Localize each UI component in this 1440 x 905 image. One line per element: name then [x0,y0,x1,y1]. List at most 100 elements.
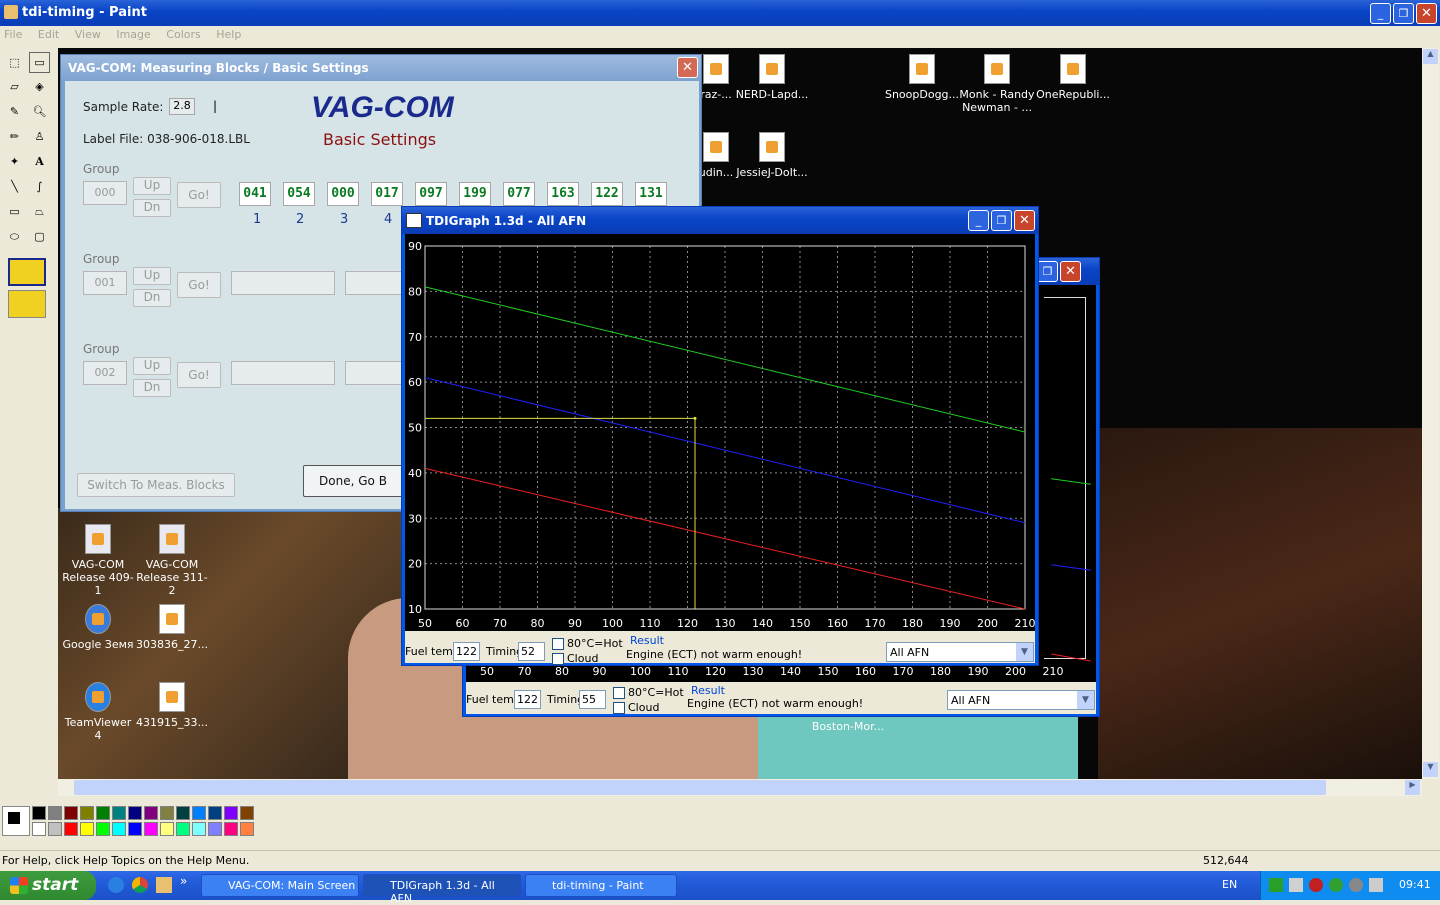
menu-view[interactable]: View [75,28,101,41]
desktop-icon[interactable]: Boston-Mor... [810,720,886,733]
cloud-checkbox[interactable] [552,653,564,665]
tdigraph-close-button[interactable]: ✕ [1014,210,1035,231]
palette-swatch[interactable] [96,822,110,836]
palette-swatch[interactable] [48,806,62,820]
desktop-icon[interactable]: Google Земя [60,604,136,651]
chrome-icon[interactable] [132,877,148,893]
palette-swatch[interactable] [240,806,254,820]
desktop-icon[interactable]: OneRepubli... [1035,54,1111,101]
text-icon[interactable]: A [29,151,50,172]
paint-titlebar[interactable]: tdi-timing - Paint [0,0,1440,26]
antivirus-icon[interactable] [1309,878,1323,892]
desktop-icon[interactable]: 303836_27... [134,604,210,651]
palette-swatch[interactable] [112,822,126,836]
eraser-icon[interactable]: ▱ [4,76,25,97]
paint-restore-button[interactable]: ❐ [1393,3,1414,24]
palette-swatch[interactable] [32,806,46,820]
group-number-input[interactable]: 001 [83,271,127,295]
free-select-icon[interactable]: ⬚ [4,52,25,73]
back-timing-input[interactable]: 55 [579,690,606,709]
desktop-icon[interactable]: VAG-COM Release 409-1 [60,524,136,597]
opaque-mode-icon[interactable] [8,258,46,286]
desktop-icon[interactable]: TeamViewer 4 [60,682,136,742]
palette-swatch[interactable] [96,806,110,820]
task-paint[interactable]: tdi-timing - Paint [525,874,677,897]
tdigraph-back-maximize-button[interactable]: ❐ [1037,261,1058,282]
group-down-button[interactable]: Dn [133,379,171,397]
group-up-button[interactable]: Up [133,177,171,195]
palette-swatch[interactable] [144,822,158,836]
menu-image[interactable]: Image [116,28,150,41]
palette-swatch[interactable] [64,806,78,820]
group-down-button[interactable]: Dn [133,289,171,307]
quicklaunch-icon[interactable] [156,877,172,893]
engine-select[interactable]: All AFN ▼ [886,642,1034,662]
group-go-button[interactable]: Go! [177,272,221,298]
ellipse-icon[interactable]: ⬭ [4,226,25,247]
group-up-button[interactable]: Up [133,357,171,375]
palette-swatch[interactable] [208,822,222,836]
tdigraph-back-close-button[interactable]: ✕ [1060,261,1081,282]
group-go-button[interactable]: Go! [177,362,221,388]
palette-swatch[interactable] [160,822,174,836]
hot-checkbox[interactable] [552,638,564,650]
back-fuel-temp-input[interactable]: 122 [514,690,541,709]
palette-swatch[interactable] [64,822,78,836]
palette-swatch[interactable] [48,822,62,836]
ie-icon[interactable] [108,877,124,893]
palette-swatch[interactable] [192,806,206,820]
palette-swatch[interactable] [224,806,238,820]
rounded-rect-icon[interactable]: ▢ [29,226,50,247]
palette-swatch[interactable] [128,822,142,836]
palette-swatch[interactable] [160,806,174,820]
network-icon[interactable] [1289,878,1303,892]
tray-app-icon[interactable] [1269,878,1283,892]
palette-swatch[interactable] [32,822,46,836]
curve-icon[interactable]: ∫ [29,176,50,197]
desktop-icon[interactable]: SnoopDogg... [884,54,960,101]
timing-input[interactable]: 52 [518,642,545,661]
fill-icon[interactable]: ◈ [29,76,50,97]
scroll-down-icon[interactable]: ▼ [1423,762,1438,777]
line-icon[interactable]: ╲ [4,176,25,197]
group-go-button[interactable]: Go! [177,182,221,208]
security-icon[interactable] [1329,878,1343,892]
switch-to-meas-blocks-button[interactable]: Switch To Meas. Blocks [77,473,235,497]
transparent-mode-icon[interactable] [8,290,46,318]
menu-help[interactable]: Help [216,28,241,41]
rect-select-icon[interactable]: ▭ [29,52,50,73]
scroll-up-icon[interactable]: ▲ [1423,49,1438,64]
horizontal-scroll-thumb[interactable] [74,780,1326,795]
tray-icon[interactable] [1349,878,1363,892]
palette-swatch[interactable] [128,806,142,820]
rectangle-icon[interactable]: ▭ [4,201,25,222]
palette-swatch[interactable] [176,822,190,836]
back-cloud-checkbox[interactable] [613,702,625,714]
group-up-button[interactable]: Up [133,267,171,285]
airbrush-icon[interactable]: ✦ [4,151,25,172]
quicklaunch-more-icon[interactable]: » [180,874,187,888]
menu-edit[interactable]: Edit [38,28,59,41]
fuel-temp-input[interactable]: 122 [453,642,480,661]
tdigraph-minimize-button[interactable]: _ [968,210,989,231]
group-number-input[interactable]: 002 [83,361,127,385]
desktop-icon[interactable]: Monk - Randy Newman - ... [959,54,1035,114]
group-number-input[interactable]: 000 [83,181,127,205]
current-colors[interactable] [2,806,30,836]
palette-swatch[interactable] [176,806,190,820]
done-go-back-button[interactable]: Done, Go B [303,465,403,497]
polygon-icon[interactable]: ⏢ [29,201,50,222]
printer-icon[interactable] [1369,878,1383,892]
menu-colors[interactable]: Colors [166,28,200,41]
paint-close-button[interactable]: ✕ [1416,3,1437,24]
group-down-button[interactable]: Dn [133,199,171,217]
palette-swatch[interactable] [80,822,94,836]
vertical-scrollbar[interactable]: ▲ ▼ [1422,48,1439,779]
horizontal-scrollbar[interactable]: ▶ [58,779,1422,796]
pencil-icon[interactable]: ✏ [4,126,25,147]
color-picker-icon[interactable]: ✎ [4,101,25,122]
palette-swatch[interactable] [112,806,126,820]
task-vagcom[interactable]: VAG-COM: Main Screen [201,874,359,897]
desktop-icon[interactable]: VAG-COM Release 311-2 [134,524,210,597]
desktop-icon[interactable]: JessieJ-DoIt... [734,132,810,179]
